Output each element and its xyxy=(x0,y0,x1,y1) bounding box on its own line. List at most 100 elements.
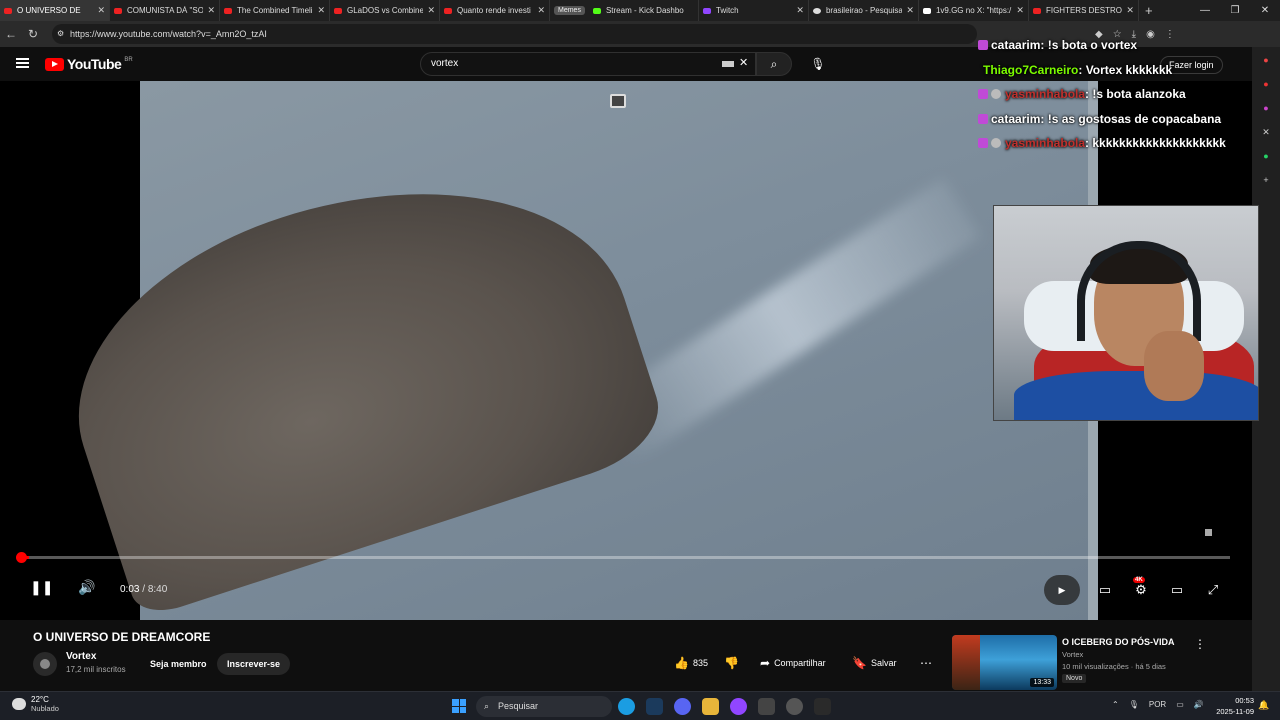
recommended-more-icon[interactable]: ⋮ xyxy=(1194,637,1206,651)
kick-favicon-icon xyxy=(592,7,601,14)
system-tray: ⌃ 🎙 POR ▭ 🔊 xyxy=(1112,700,1204,709)
close-tab-icon[interactable]: ✕ xyxy=(906,5,914,16)
tab-label: Quanto rende investi xyxy=(457,6,531,15)
tab-glados[interactable]: GLaDOS vs Combine ✕ xyxy=(330,0,440,21)
sidebar-app-icon[interactable]: ● xyxy=(1259,55,1273,69)
url-field[interactable]: ⚙ https://www.youtube.com/watch?v=_Amn2O… xyxy=(52,24,977,44)
tab-group-memes[interactable]: Memes xyxy=(554,6,585,15)
clock[interactable]: 00:53 2025-11-09 xyxy=(1212,695,1254,717)
tab-fighters[interactable]: FIGHTERS DESTROY C ✕ xyxy=(1029,0,1139,21)
close-tab-icon[interactable]: ✕ xyxy=(796,5,804,16)
chat-text: : !s bota alanzoka xyxy=(1085,87,1186,102)
sidebar-whatsapp-icon[interactable]: ● xyxy=(1259,151,1273,165)
volume-icon[interactable]: 🔊 xyxy=(78,579,95,596)
join-button[interactable]: Seja membro xyxy=(140,653,217,675)
tab-brasileirao[interactable]: brasileirao - Pesquisa ✕ xyxy=(809,0,919,21)
close-tab-icon[interactable]: ✕ xyxy=(537,5,545,16)
weather-widget[interactable]: 22°C Nublado xyxy=(12,695,59,713)
tab-1v9gg[interactable]: 1v9.GG no X: "https:/ ✕ xyxy=(919,0,1029,21)
progress-bar[interactable] xyxy=(22,556,1230,559)
tab-quanto-rende[interactable]: Quanto rende investi ✕ xyxy=(440,0,550,21)
scrubber-handle[interactable] xyxy=(16,552,27,563)
tab-twitch[interactable]: Twitch ✕ xyxy=(699,0,809,21)
tab-label: GLaDOS vs Combine xyxy=(347,6,424,15)
save-label: Salvar xyxy=(870,658,897,668)
youtube-favicon-icon xyxy=(224,7,232,14)
obs-icon[interactable] xyxy=(786,698,803,715)
cloud-icon xyxy=(12,698,26,710)
fullscreen-icon[interactable]: ⤢ xyxy=(1202,582,1224,598)
save-button[interactable]: 🔖 Salvar xyxy=(852,656,896,670)
windows-start-icon[interactable] xyxy=(452,699,466,713)
steam-icon[interactable] xyxy=(646,698,663,715)
volume-tray-icon[interactable]: 🔊 xyxy=(1194,700,1204,709)
notification-icon[interactable]: 🔔 xyxy=(1258,700,1269,711)
reload-icon[interactable]: ↻ xyxy=(22,27,44,41)
sidebar-add-icon[interactable]: + xyxy=(1259,175,1273,189)
sub-badge-icon xyxy=(978,40,988,51)
recommended-duration: 13:33 xyxy=(1030,678,1054,687)
autoplay-toggle[interactable]: ▶ xyxy=(1044,575,1080,605)
language-indicator[interactable]: POR xyxy=(1149,700,1166,709)
share-label: Compartilhar xyxy=(774,658,826,668)
clear-search-icon[interactable]: ✕ xyxy=(739,56,748,69)
subscribe-button[interactable]: Inscrever-se xyxy=(217,653,291,675)
sidebar-x-icon[interactable]: ✕ xyxy=(1259,127,1273,141)
tab-combined-timeline[interactable]: The Combined Timeli ✕ xyxy=(220,0,330,21)
like-button[interactable]: 👍 835 xyxy=(674,656,708,670)
minimize-icon[interactable]: — xyxy=(1190,0,1220,21)
close-tab-icon[interactable]: ✕ xyxy=(1016,5,1024,16)
dislike-button[interactable]: 👎 xyxy=(724,656,739,670)
back-icon[interactable]: ← xyxy=(0,27,22,41)
close-tab-icon[interactable]: ✕ xyxy=(97,5,105,16)
sub-badge-icon xyxy=(978,89,988,100)
tab-kick-dashboard[interactable]: Stream - Kick Dashbo xyxy=(589,0,699,21)
tab-label: The Combined Timeli xyxy=(237,6,313,15)
close-tab-icon[interactable]: ✕ xyxy=(427,5,435,16)
recommended-thumbnail[interactable]: 13:33 xyxy=(952,635,1057,690)
new-tab-icon[interactable]: + xyxy=(1145,3,1153,18)
tab-label: 1v9.GG no X: "https:/ xyxy=(935,6,1012,15)
network-icon[interactable]: ▭ xyxy=(1176,700,1184,709)
theater-mode-icon[interactable]: ▭ xyxy=(1166,582,1188,598)
close-tab-icon[interactable]: ✕ xyxy=(1126,5,1134,16)
app-icon[interactable] xyxy=(758,698,775,715)
chat-user: cataarim xyxy=(991,38,1041,53)
restore-icon[interactable]: ❐ xyxy=(1220,0,1250,21)
app-icon[interactable] xyxy=(814,698,831,715)
more-actions-icon[interactable]: ⋯ xyxy=(920,656,932,670)
keyboard-icon[interactable] xyxy=(722,61,734,67)
subtitles-icon[interactable]: ▭ xyxy=(1094,582,1116,598)
hamburger-menu-icon[interactable] xyxy=(16,58,29,68)
channel-name[interactable]: Vortex xyxy=(66,651,96,662)
close-window-icon[interactable]: ✕ xyxy=(1250,0,1280,21)
search-input[interactable]: vortex xyxy=(420,52,756,76)
recommended-title[interactable]: O ICEBERG DO PÓS-VIDA xyxy=(1062,637,1175,647)
edge-icon[interactable] xyxy=(618,698,635,715)
twitch-app-icon[interactable] xyxy=(730,698,747,715)
search-button[interactable]: ⌕ xyxy=(756,52,792,76)
x-favicon-icon xyxy=(922,7,931,14)
taskbar-search[interactable]: ⌕ Pesquisar xyxy=(476,696,612,717)
youtube-logo[interactable]: YouTube BR xyxy=(45,56,133,72)
settings-icon[interactable]: ⚙ xyxy=(1130,582,1152,598)
pause-icon[interactable]: ❚❚ xyxy=(30,579,53,596)
tab-comunista[interactable]: COMUNISTA DÁ "SOL ✕ xyxy=(110,0,220,21)
voice-search-icon[interactable]: 🎙 xyxy=(808,54,828,74)
miniplayer-icon[interactable] xyxy=(610,94,626,108)
close-tab-icon[interactable]: ✕ xyxy=(317,5,325,16)
share-button[interactable]: ➦ Compartilhar xyxy=(760,656,826,670)
file-explorer-icon[interactable] xyxy=(702,698,719,715)
sidebar-app-icon[interactable]: ● xyxy=(1259,79,1273,93)
tray-chevron-icon[interactable]: ⌃ xyxy=(1112,700,1119,709)
quality-badge: 4K xyxy=(1133,577,1145,583)
channel-avatar[interactable] xyxy=(33,652,57,676)
clock-date: 2025-11-09 xyxy=(1216,707,1254,716)
discord-icon[interactable] xyxy=(674,698,691,715)
tab-o-universo[interactable]: O UNIVERSO DE ✕ xyxy=(0,0,110,21)
close-tab-icon[interactable]: ✕ xyxy=(207,5,215,16)
recommended-channel[interactable]: Vortex xyxy=(1062,650,1083,659)
sidebar-app-icon[interactable]: ● xyxy=(1259,103,1273,117)
microphone-icon[interactable]: 🎙 xyxy=(1129,700,1139,709)
site-info-icon[interactable]: ⚙ xyxy=(57,24,64,44)
